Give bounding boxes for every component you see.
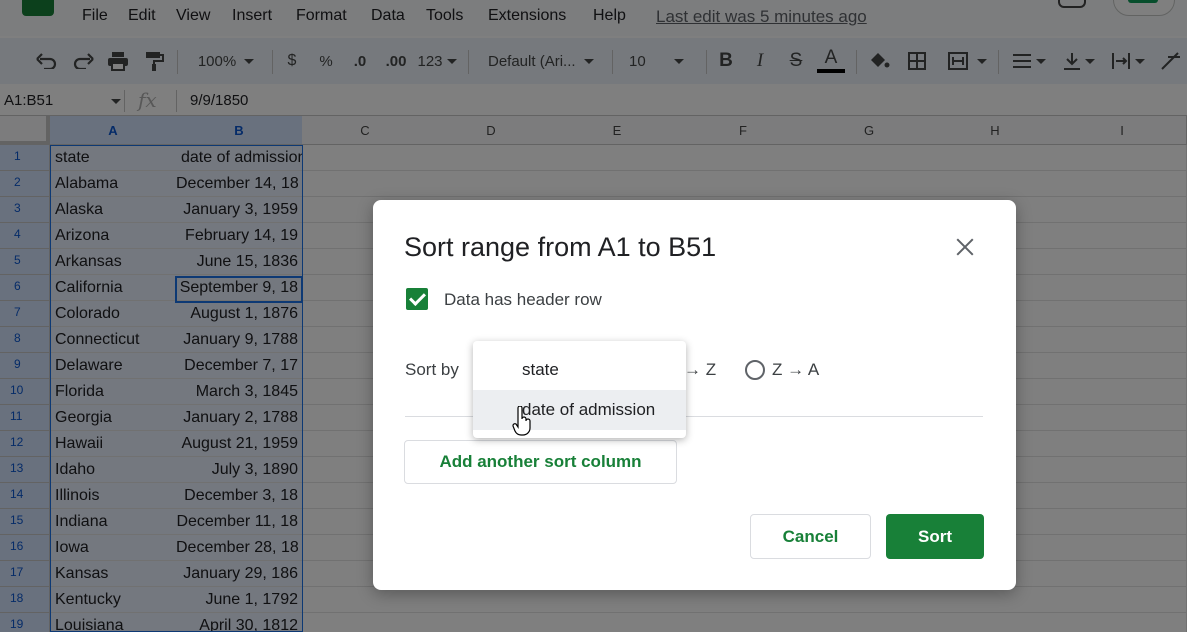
close-icon[interactable] [954,236,976,258]
hand-cursor-icon [512,406,531,436]
sort-za-label[interactable]: Z → A [772,360,819,380]
dialog-title: Sort range from A1 to B51 [404,232,717,262]
add-sort-column-button[interactable]: Add another sort column [404,440,677,484]
sort-range-dialog: Sort range from A1 to B51 Data has heade… [373,200,1016,590]
dropdown-option-date-of-admission[interactable]: date of admission [473,390,686,430]
dropdown-option-state[interactable]: state [473,350,686,390]
sort-column-dropdown: state date of admission [473,341,686,438]
sort-az-label[interactable]: → Z [684,360,716,380]
sort-by-label: Sort by [405,360,459,379]
sort-za-radio[interactable] [745,360,765,380]
header-row-label: Data has header row [444,290,602,309]
header-row-checkbox[interactable] [406,288,428,310]
cancel-button[interactable]: Cancel [750,514,871,559]
sort-button[interactable]: Sort [886,514,984,559]
